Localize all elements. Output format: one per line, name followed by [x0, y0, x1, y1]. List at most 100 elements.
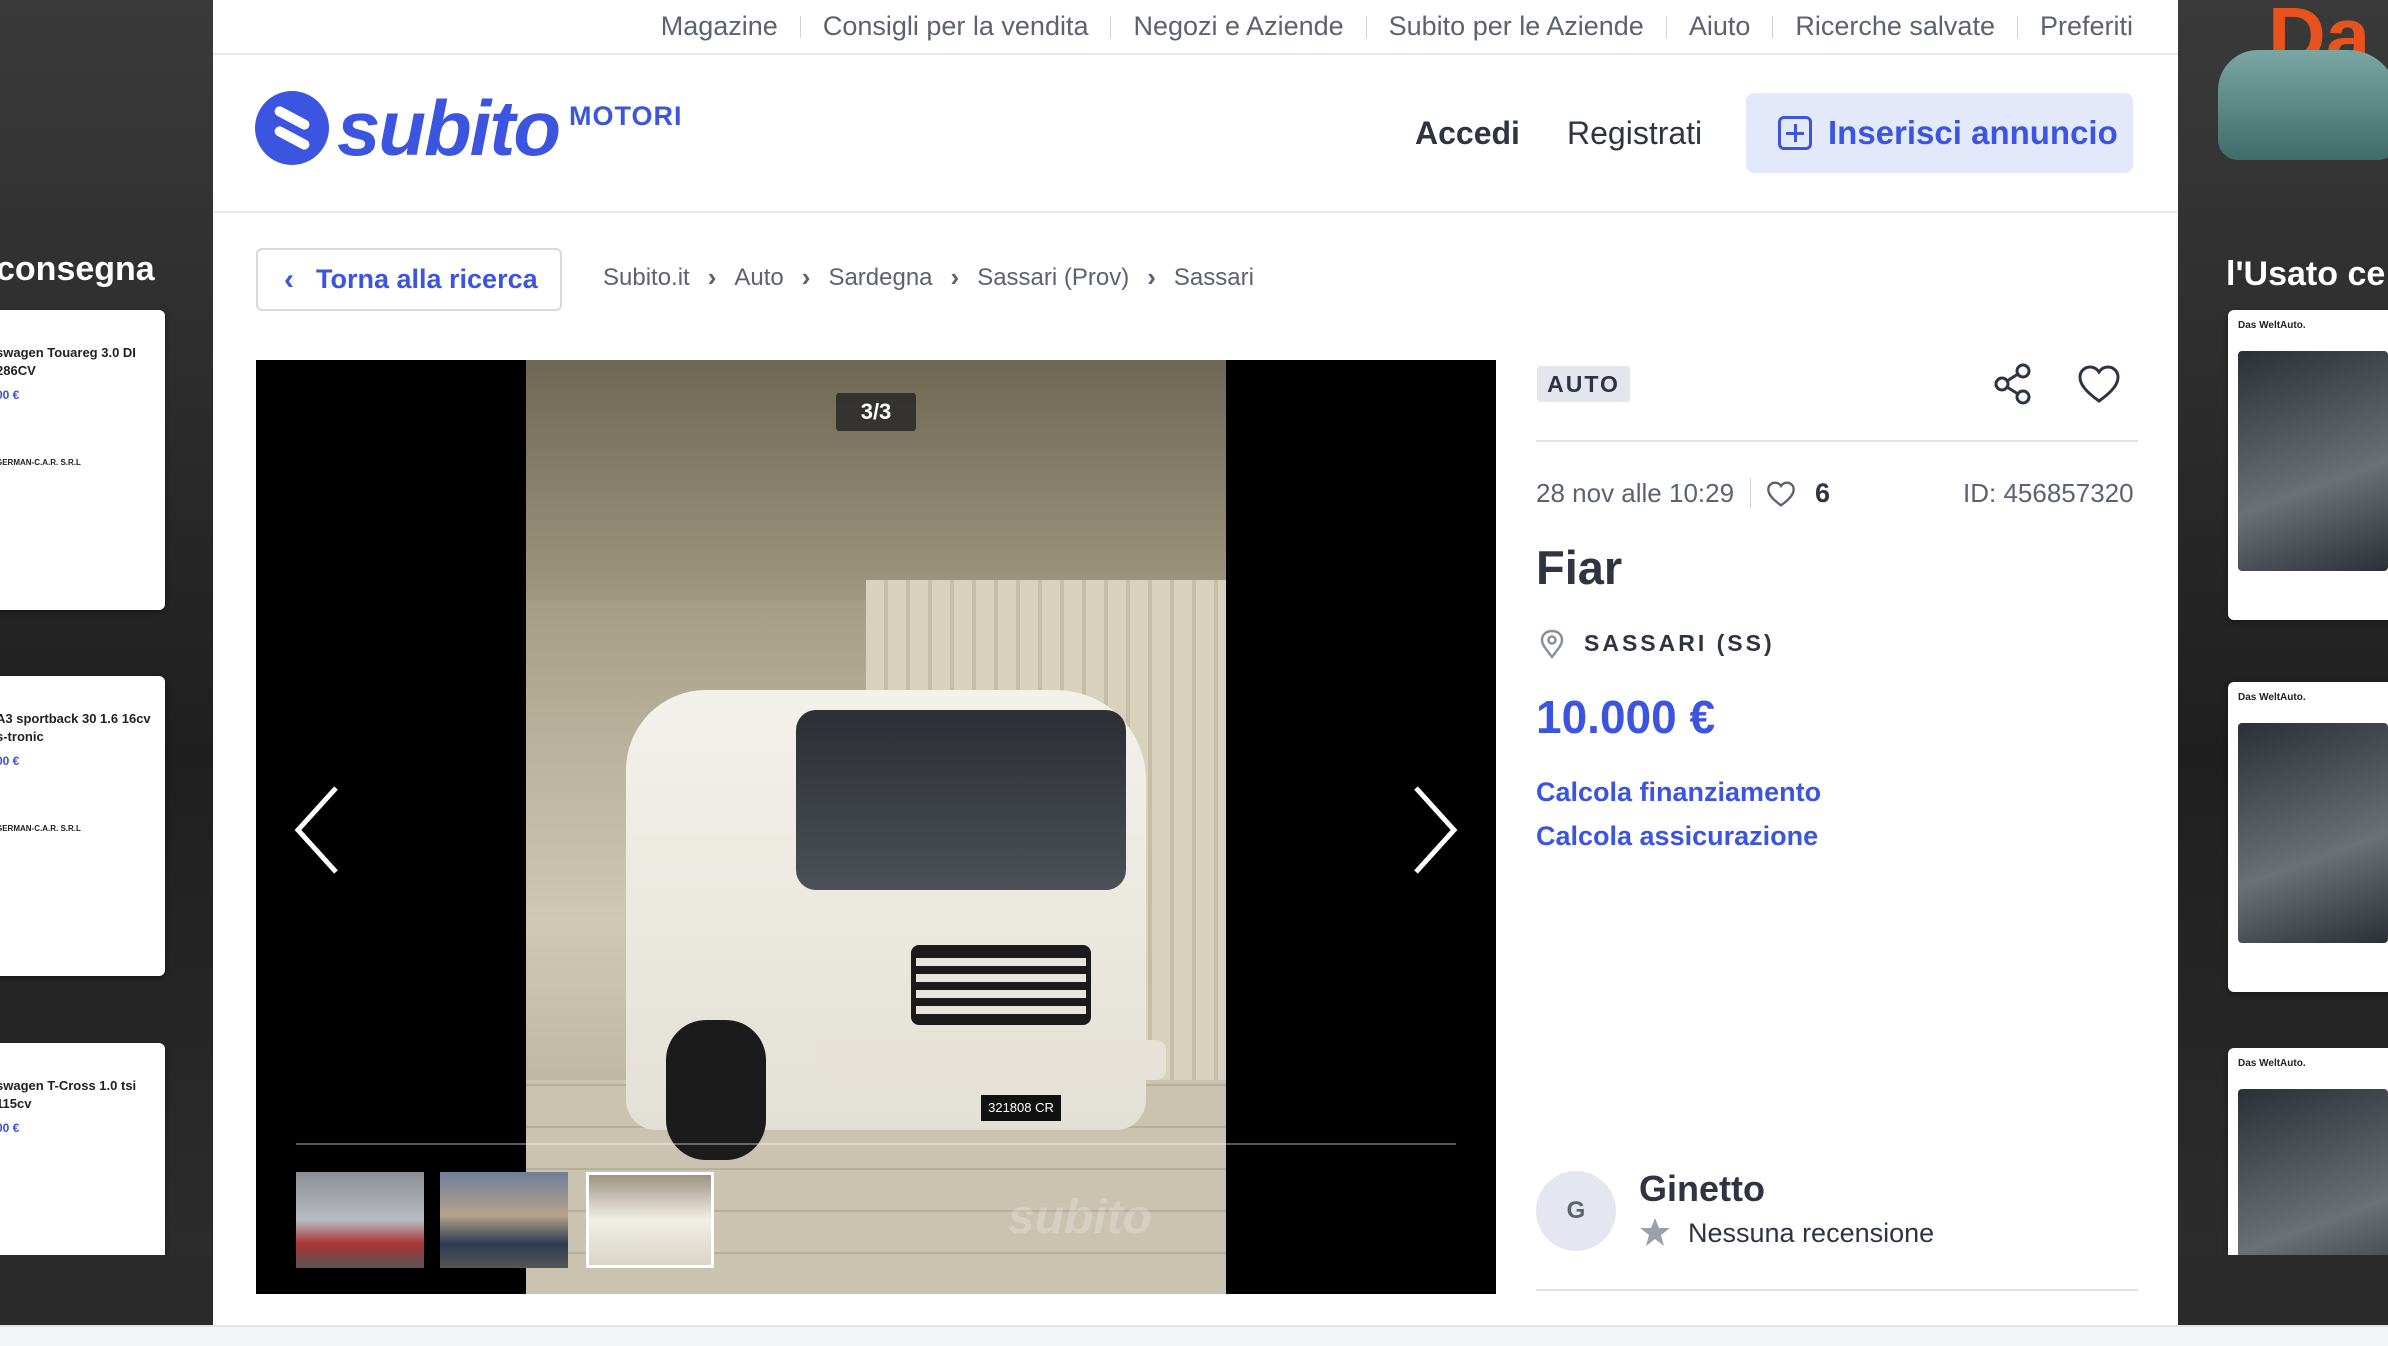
page: consegna swagen Touareg 3.0 DI 286CV 00 …: [0, 0, 2388, 1346]
ad-card-price: 00 €: [0, 388, 20, 403]
location-pin-icon: [1540, 629, 1564, 659]
seller-avatar[interactable]: G: [1536, 1171, 1616, 1251]
heart-icon: [1767, 481, 1795, 507]
photo-gallery[interactable]: 321808 CR 3/3 subito: [256, 360, 1496, 1294]
ad-card-brand: Das WeltAuto.: [2238, 1058, 2306, 1069]
divider: [1750, 478, 1751, 508]
ad-card-company: GERMAN-C.A.R. S.R.L: [0, 824, 81, 834]
divider: [1536, 440, 2138, 442]
divider: [2016, 15, 2018, 38]
chevron-right-icon: ›: [950, 262, 960, 292]
ad-card[interactable]: Das WeltAuto.: [2228, 1048, 2388, 1255]
listing-date: 28 nov alle 10:29: [1536, 478, 1735, 508]
subito-watermark: subito: [1008, 1191, 1152, 1244]
ad-card[interactable]: A3 sportback 30 1.6 16cv s-tronic 00 € G…: [0, 676, 165, 976]
site-header: subito MOTORI Accedi Registrati Inserisc…: [213, 55, 2178, 213]
back-to-search-button[interactable]: ‹ Torna alla ricerca: [256, 248, 562, 311]
calculate-insurance-link[interactable]: Calcola assicurazione: [1536, 821, 1818, 852]
breadcrumb: Subito.it › Auto › Sardegna › Sassari (P…: [603, 262, 1254, 293]
favorite-button[interactable]: [2075, 360, 2123, 408]
ad-headline: l'Usato ce: [2226, 255, 2386, 293]
top-nav-magazine[interactable]: Magazine: [661, 9, 778, 44]
next-photo-button[interactable]: [1404, 780, 1464, 880]
page-bottom-strip: [0, 1325, 2388, 1346]
ad-card-photo: [2238, 1089, 2388, 1255]
ad-card-price: 00 €: [0, 1121, 20, 1136]
subito-logo[interactable]: subito MOTORI: [255, 84, 683, 172]
listing-id: ID: 456857320: [1963, 478, 2134, 508]
star-icon: [1640, 1218, 1670, 1246]
ad-headline: consegna: [0, 250, 155, 288]
ad-car-image: [2218, 50, 2388, 160]
top-nav: Magazine Consigli per la vendita Negozi …: [213, 0, 2178, 55]
top-nav-saved-searches[interactable]: Ricerche salvate: [1795, 9, 1995, 44]
chevron-left-icon: ‹: [284, 262, 294, 296]
top-nav-business[interactable]: Subito per le Aziende: [1389, 9, 1644, 44]
category-badge: AUTO: [1537, 366, 1630, 402]
ad-card-company: GERMAN-C.A.R. S.R.L: [0, 458, 81, 468]
listing-price: 10.000 €: [1536, 691, 1716, 743]
listing-photo[interactable]: 321808 CR: [526, 360, 1226, 1294]
divider: [1665, 15, 1667, 38]
previous-photo-button[interactable]: [288, 780, 348, 880]
top-nav-help[interactable]: Aiuto: [1689, 9, 1751, 44]
logo-subtitle: MOTORI: [568, 101, 683, 131]
breadcrumb-city[interactable]: Sassari: [1174, 264, 1254, 292]
top-nav-favorites[interactable]: Preferiti: [2040, 9, 2133, 44]
chevron-right-icon: ›: [1147, 262, 1156, 292]
thumbnail-divider: [296, 1143, 1456, 1145]
ad-card[interactable]: Das WeltAuto.: [2228, 682, 2388, 992]
share-button[interactable]: [1989, 360, 2037, 408]
photo-license-plate: 321808 CR: [981, 1095, 1061, 1121]
chevron-left-icon: [294, 786, 338, 874]
ad-card-brand: Das WeltAuto.: [2238, 692, 2306, 703]
insert-ad-button[interactable]: Inserisci annuncio: [1746, 93, 2133, 173]
photo-counter: 3/3: [836, 393, 916, 431]
left-advertisement[interactable]: consegna swagen Touareg 3.0 DI 286CV 00 …: [0, 0, 213, 1255]
breadcrumb-auto[interactable]: Auto: [734, 264, 783, 292]
divider: [1536, 1289, 2138, 1291]
subito-logo-icon: [255, 91, 329, 165]
ad-card[interactable]: Das WeltAuto.: [2228, 310, 2388, 620]
chevron-right-icon: ›: [707, 262, 717, 292]
photo-van-wheel: [666, 1020, 766, 1160]
share-icon: [1994, 363, 2031, 405]
thumbnail-3-selected[interactable]: [586, 1172, 714, 1268]
thumbnail-2[interactable]: [440, 1172, 568, 1268]
photo-van-windshield: [796, 710, 1126, 890]
login-link[interactable]: Accedi: [1415, 115, 1520, 152]
photo-van-grille: [911, 945, 1091, 1025]
logo-wordmark: subito: [337, 84, 561, 172]
seller-reviews: Nessuna recensione: [1688, 1218, 1935, 1248]
main-content: Magazine Consigli per la vendita Negozi …: [213, 0, 2178, 1346]
register-link[interactable]: Registrati: [1567, 115, 1702, 152]
breadcrumb-region[interactable]: Sardegna: [828, 264, 932, 292]
top-nav-shops[interactable]: Negozi e Aziende: [1133, 9, 1343, 44]
ad-card-title: swagen Touareg 3.0 DI 286CV: [0, 345, 136, 379]
listing-location: SASSARI (SS): [1584, 630, 1775, 656]
ad-card[interactable]: swagen T-Cross 1.0 tsi 115cv 00 €: [0, 1043, 165, 1255]
thumbnail-1[interactable]: [296, 1172, 424, 1268]
divider: [1772, 15, 1774, 38]
ad-card-photo: [2238, 351, 2388, 571]
ad-card-photo: [2238, 723, 2388, 943]
seller-name[interactable]: Ginetto: [1639, 1168, 1765, 1210]
right-advertisement[interactable]: Da l'Usato ce Das WeltAuto. Das WeltAuto…: [2178, 0, 2388, 1255]
ad-card-title: swagen T-Cross 1.0 tsi 115cv: [0, 1078, 137, 1112]
photo-van-bumper: [816, 1040, 1166, 1080]
divider: [799, 15, 801, 38]
ad-card-price: 00 €: [0, 754, 20, 769]
chevron-right-icon: [1414, 786, 1458, 874]
insert-ad-label: Inserisci annuncio: [1828, 114, 2118, 151]
breadcrumb-province[interactable]: Sassari (Prov): [977, 264, 1129, 292]
calculate-financing-link[interactable]: Calcola finanziamento: [1536, 777, 1821, 808]
top-nav-selling-tips[interactable]: Consigli per la vendita: [823, 9, 1089, 44]
ad-card-title: A3 sportback 30 1.6 16cv s-tronic: [0, 711, 151, 745]
divider: [1110, 15, 1112, 38]
ad-card[interactable]: swagen Touareg 3.0 DI 286CV 00 € GERMAN-…: [0, 310, 165, 610]
ad-card-brand: Das WeltAuto.: [2238, 320, 2306, 331]
breadcrumb-home[interactable]: Subito.it: [603, 264, 690, 292]
listing-title: Fiar: [1536, 541, 1623, 594]
divider: [1365, 15, 1367, 38]
heart-icon: [2078, 365, 2120, 403]
